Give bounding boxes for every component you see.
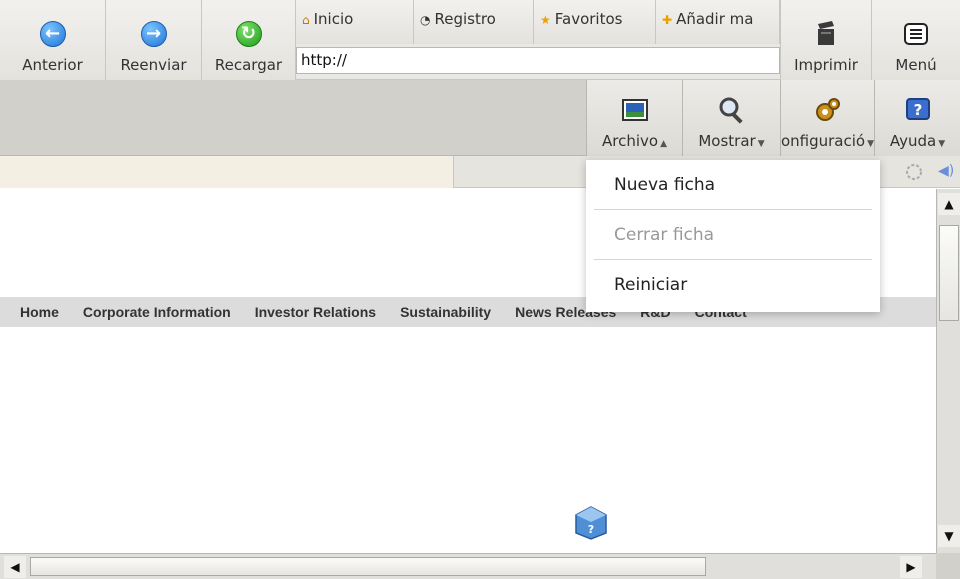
bookmark-label: Añadir ma bbox=[676, 10, 754, 28]
main-toolbar: ← Anterior → Reenviar ↻ Recargar ⌂ Inicio… bbox=[0, 0, 960, 80]
help-icon: ? bbox=[903, 95, 933, 125]
menu-button[interactable]: Menú bbox=[872, 0, 960, 80]
triangle-down-icon: ▼ bbox=[938, 139, 946, 149]
horizontal-scrollbar[interactable]: ◀ ▶ bbox=[0, 553, 936, 579]
menu-label: Menú bbox=[895, 56, 937, 74]
arrow-left-icon: ← bbox=[38, 19, 68, 49]
bookmark-label: Inicio bbox=[313, 10, 354, 28]
bookmark-label: Registro bbox=[434, 10, 496, 28]
reload-button[interactable]: ↻ Recargar bbox=[202, 0, 296, 80]
bookmark-label: Favoritos bbox=[554, 10, 623, 28]
file-label: Archivo bbox=[602, 132, 659, 150]
help-label: Ayuda bbox=[889, 132, 937, 150]
file-menu-button[interactable]: Archivo ▲ bbox=[586, 80, 682, 156]
triangle-up-icon: ▲ bbox=[660, 139, 667, 149]
triangle-down-icon: ▼ bbox=[867, 139, 874, 149]
tab-current[interactable] bbox=[0, 156, 454, 188]
print-button[interactable]: Imprimir bbox=[780, 0, 872, 80]
bookmark-favorites[interactable]: ★ Favoritos bbox=[534, 0, 656, 44]
speaker-icon[interactable]: ◀) bbox=[938, 163, 960, 181]
add-star-icon: ✚ bbox=[662, 13, 673, 27]
menu-item-close-tab: Cerrar ficha bbox=[594, 210, 872, 260]
clock-icon: ◔ bbox=[420, 13, 431, 27]
gears-icon bbox=[813, 95, 843, 125]
nav-investor-relations[interactable]: Investor Relations bbox=[255, 304, 376, 320]
reload-label: Recargar bbox=[214, 56, 283, 74]
back-label: Anterior bbox=[22, 56, 83, 74]
bookmark-home[interactable]: ⌂ Inicio bbox=[296, 0, 414, 44]
clapperboard-icon bbox=[811, 19, 841, 49]
bookmarks-bar: ⌂ Inicio ◔ Registro ★ Favoritos ✚ Añadir ma bbox=[296, 0, 780, 44]
picture-icon bbox=[620, 95, 650, 125]
view-menu-button[interactable]: Mostrar ▼ bbox=[682, 80, 780, 156]
menu-item-new-tab[interactable]: Nueva ficha bbox=[594, 160, 872, 210]
back-button[interactable]: ← Anterior bbox=[0, 0, 106, 80]
magnifier-icon bbox=[717, 95, 747, 125]
star-icon: ★ bbox=[540, 13, 551, 27]
vertical-scrollbar[interactable]: ▲ ▼ bbox=[936, 189, 960, 553]
forward-button[interactable]: → Reenviar bbox=[106, 0, 202, 80]
nav-home[interactable]: Home bbox=[20, 304, 59, 320]
scroll-right-icon[interactable]: ▶ bbox=[900, 556, 922, 578]
svg-text:?: ? bbox=[588, 523, 594, 536]
loading-icon bbox=[904, 162, 924, 182]
bookmark-add[interactable]: ✚ Añadir ma bbox=[656, 0, 780, 44]
menu-icon bbox=[901, 19, 931, 49]
scroll-up-icon[interactable]: ▲ bbox=[938, 193, 960, 215]
scrollbar-corner bbox=[936, 553, 960, 579]
svg-text:?: ? bbox=[913, 101, 922, 119]
arrow-right-icon: → bbox=[139, 19, 169, 49]
menu-item-restart[interactable]: Reiniciar bbox=[594, 260, 872, 310]
secondary-toolbar: Archivo ▲ Mostrar ▼ onfiguració ▼ ? Ayuda ▼ bbox=[0, 80, 960, 156]
scroll-left-icon[interactable]: ◀ bbox=[4, 556, 26, 578]
view-label: Mostrar bbox=[698, 132, 756, 150]
vertical-scroll-thumb[interactable] bbox=[939, 225, 959, 321]
address-input[interactable]: http:// bbox=[296, 47, 780, 74]
file-dropdown-menu: Nueva ficha Cerrar ficha Reiniciar bbox=[586, 160, 880, 312]
missing-plugin-icon: ? bbox=[574, 505, 608, 541]
settings-menu-button[interactable]: onfiguració ▼ bbox=[780, 80, 874, 156]
triangle-down-icon: ▼ bbox=[757, 139, 765, 149]
bookmark-history[interactable]: ◔ Registro bbox=[414, 0, 534, 44]
nav-corporate-information[interactable]: Corporate Information bbox=[83, 304, 231, 320]
home-icon: ⌂ bbox=[302, 13, 310, 27]
scroll-down-icon[interactable]: ▼ bbox=[938, 525, 960, 547]
horizontal-scroll-thumb[interactable] bbox=[30, 557, 706, 576]
settings-label: onfiguració bbox=[780, 132, 866, 150]
print-label: Imprimir bbox=[794, 56, 858, 74]
forward-label: Reenviar bbox=[120, 56, 187, 74]
help-menu-button[interactable]: ? Ayuda ▼ bbox=[874, 80, 960, 156]
reload-icon: ↻ bbox=[234, 19, 264, 49]
nav-sustainability[interactable]: Sustainability bbox=[400, 304, 491, 320]
